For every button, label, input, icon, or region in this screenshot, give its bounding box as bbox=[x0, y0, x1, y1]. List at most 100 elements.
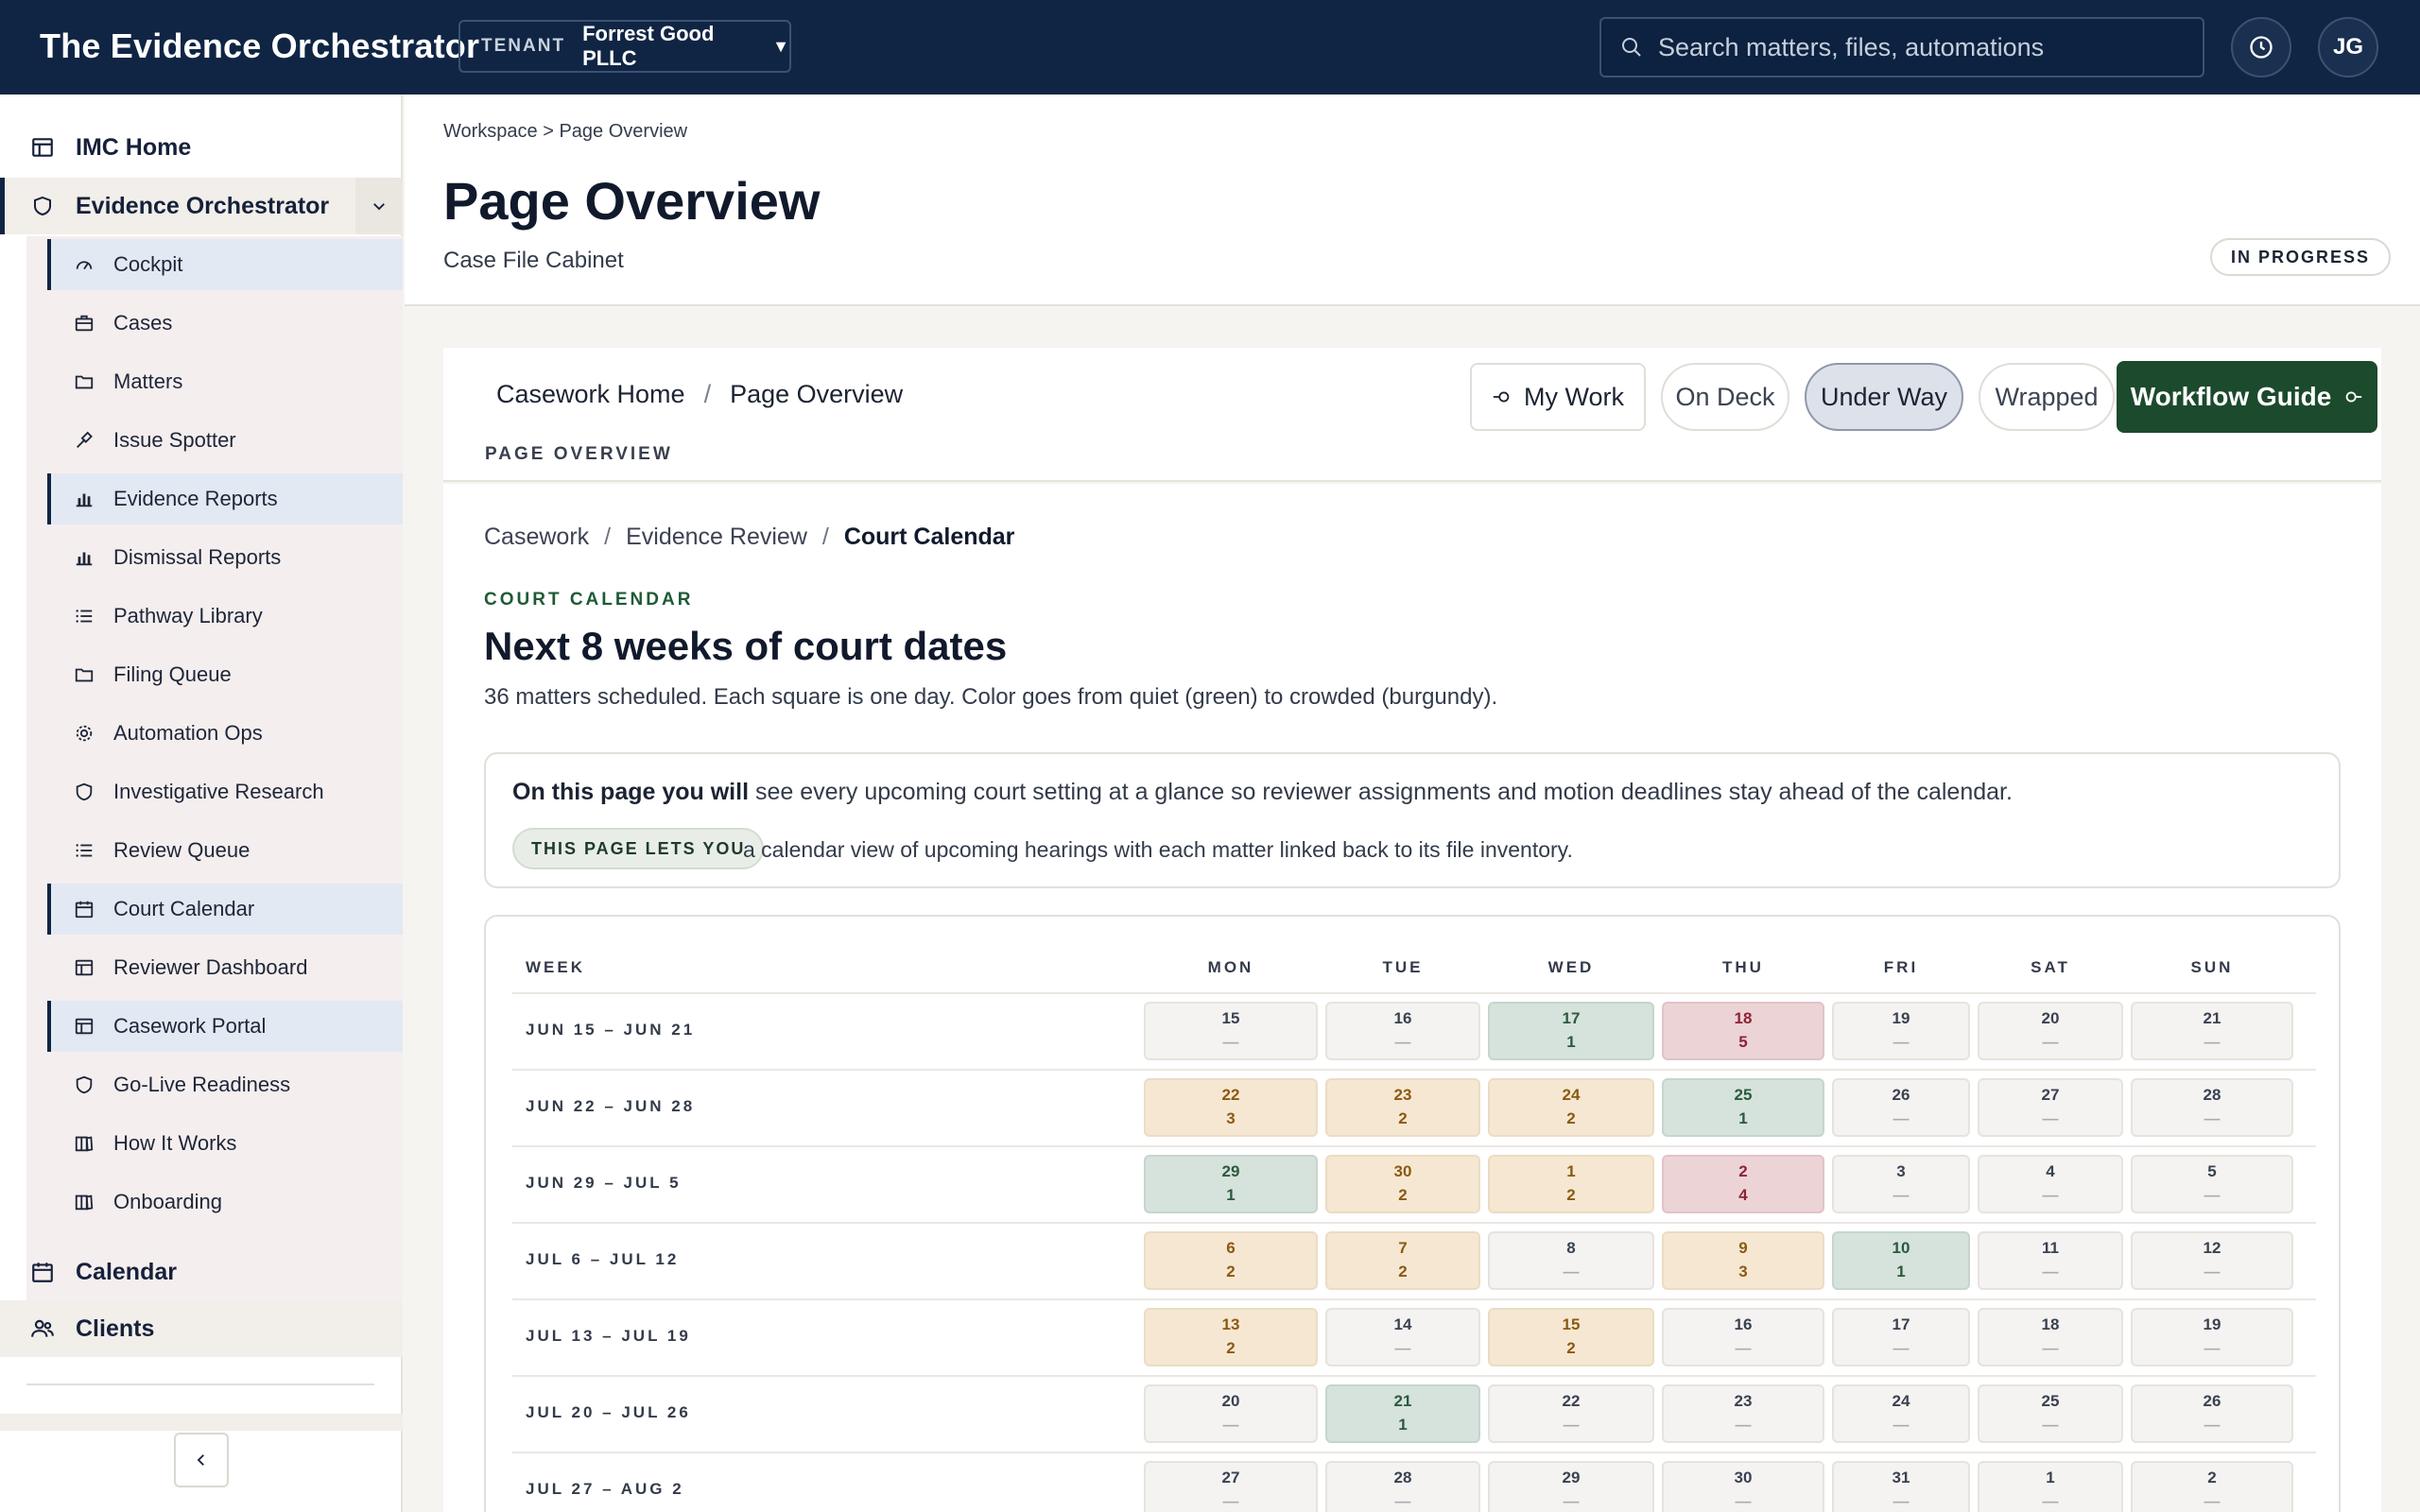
search-input[interactable] bbox=[1658, 32, 2187, 62]
empty-mark: — bbox=[1222, 1492, 1239, 1510]
day-header-thu: THU bbox=[1722, 958, 1764, 976]
day-cell[interactable]: 13 2 bbox=[1144, 1308, 1318, 1366]
day-cell[interactable]: 10 1 bbox=[1832, 1231, 1970, 1290]
sidebar-item-issue-spotter[interactable]: Issue Spotter bbox=[47, 415, 403, 466]
day-cell[interactable]: 62 bbox=[1144, 1231, 1318, 1290]
day-cell: 19 — bbox=[1832, 1002, 1970, 1060]
week-label: JUL 6 – JUL 12 bbox=[526, 1250, 680, 1268]
day-cell[interactable]: 21 1 bbox=[1325, 1384, 1480, 1443]
day-cell: 2— bbox=[2131, 1461, 2293, 1512]
nav-clients[interactable]: Clients bbox=[0, 1300, 403, 1357]
day-cell[interactable]: 12 bbox=[1488, 1155, 1654, 1213]
chevron-down-icon[interactable] bbox=[355, 178, 403, 234]
day-number: 2 bbox=[2207, 1469, 2217, 1486]
sidebar-item-court-calendar[interactable]: Court Calendar bbox=[47, 884, 403, 935]
sidebar-item-filing-queue[interactable]: Filing Queue bbox=[47, 649, 403, 700]
day-cell[interactable]: 24 bbox=[1662, 1155, 1824, 1213]
day-number: 28 bbox=[2203, 1086, 2221, 1104]
section-eyebrow: COURT CALENDAR bbox=[484, 590, 694, 610]
matter-count: 1 bbox=[1398, 1416, 1408, 1434]
day-cell[interactable]: 25 1 bbox=[1662, 1078, 1824, 1137]
filter-wrapped[interactable]: Wrapped bbox=[1979, 363, 2115, 431]
status-badge: IN PROGRESS bbox=[2210, 238, 2392, 276]
matter-count: 4 bbox=[1738, 1186, 1748, 1204]
day-number: 30 bbox=[1393, 1162, 1412, 1180]
day-cell[interactable]: 22 3 bbox=[1144, 1078, 1318, 1137]
nav-imc-home[interactable]: IMC Home bbox=[0, 119, 403, 176]
sidebar-item-label: Go-Live Readiness bbox=[113, 1073, 291, 1096]
day-cell: 21 — bbox=[2131, 1002, 2293, 1060]
users-icon bbox=[28, 1316, 57, 1341]
filter-on-deck[interactable]: On Deck bbox=[1661, 363, 1789, 431]
day-cell[interactable]: 23 2 bbox=[1325, 1078, 1480, 1137]
sidebar-item-cases[interactable]: Cases bbox=[47, 298, 403, 349]
day-cell[interactable]: 24 2 bbox=[1488, 1078, 1654, 1137]
app-brand[interactable]: The Evidence Orchestrator bbox=[40, 26, 479, 66]
day-number: 16 bbox=[1734, 1315, 1753, 1333]
day-cell: 14 — bbox=[1325, 1308, 1480, 1366]
sidebar-item-automation-ops[interactable]: Automation Ops bbox=[47, 708, 403, 759]
collapse-sidebar-button[interactable] bbox=[174, 1433, 229, 1487]
history-button[interactable] bbox=[2231, 17, 2291, 77]
crumb-evidence-review[interactable]: Evidence Review bbox=[626, 524, 807, 550]
book-icon bbox=[72, 1192, 96, 1212]
avatar[interactable]: JG bbox=[2318, 17, 2378, 77]
day-cell[interactable]: 15 2 bbox=[1488, 1308, 1654, 1366]
week-label: JUL 13 – JUL 19 bbox=[526, 1327, 691, 1345]
nav-evidence-orchestrator[interactable]: Evidence Orchestrator bbox=[0, 178, 403, 234]
day-cell: 17 — bbox=[1832, 1308, 1970, 1366]
nav-item-partial[interactable] bbox=[0, 1414, 403, 1431]
sidebar-item-reviewer-dashboard[interactable]: Reviewer Dashboard bbox=[47, 942, 403, 993]
nav-calendar[interactable]: Calendar bbox=[0, 1244, 403, 1300]
filter-my-work[interactable]: My Work bbox=[1470, 363, 1646, 431]
empty-mark: — bbox=[1893, 1109, 1910, 1127]
empty-mark: — bbox=[2204, 1339, 2221, 1357]
day-cell[interactable]: 29 1 bbox=[1144, 1155, 1318, 1213]
day-cell[interactable]: 17 1 bbox=[1488, 1002, 1654, 1060]
matter-count: 2 bbox=[1566, 1186, 1576, 1204]
empty-mark: — bbox=[1563, 1492, 1580, 1510]
sidebar-item-casework-portal[interactable]: Casework Portal bbox=[47, 1001, 403, 1052]
day-cell: 11 — bbox=[1978, 1231, 2123, 1290]
sidebar-item-cockpit[interactable]: Cockpit bbox=[47, 239, 403, 290]
day-cell: 20 — bbox=[1978, 1002, 2123, 1060]
day-number: 16 bbox=[1393, 1009, 1412, 1027]
sidebar-item-onboarding[interactable]: Onboarding bbox=[47, 1177, 403, 1228]
tenant-selector[interactable]: TENANT Forrest Good PLLC ▼ bbox=[458, 20, 791, 73]
day-cell[interactable]: 30 2 bbox=[1325, 1155, 1480, 1213]
day-cell: 22 — bbox=[1488, 1384, 1654, 1443]
global-search[interactable] bbox=[1599, 17, 2204, 77]
day-header-fri: FRI bbox=[1883, 958, 1919, 976]
day-cell: 4— bbox=[1978, 1155, 2123, 1213]
sidebar-item-review-queue[interactable]: Review Queue bbox=[47, 825, 403, 876]
active-indicator bbox=[47, 1001, 51, 1052]
filter-under-way[interactable]: Under Way bbox=[1805, 363, 1963, 431]
sidebar-item-how-it-works[interactable]: How It Works bbox=[47, 1118, 403, 1169]
empty-mark: — bbox=[2204, 1263, 2221, 1280]
sidebar-item-label: Dismissal Reports bbox=[113, 545, 282, 569]
empty-mark: — bbox=[2042, 1109, 2059, 1127]
crumb-casework[interactable]: Casework bbox=[484, 524, 589, 550]
day-cell: 30 — bbox=[1662, 1461, 1824, 1512]
day-header-sat: SAT bbox=[2031, 958, 2070, 976]
sidebar-item-matters[interactable]: Matters bbox=[47, 356, 403, 407]
day-cell[interactable]: 93 bbox=[1662, 1231, 1824, 1290]
sidebar-item-pathway-library[interactable]: Pathway Library bbox=[47, 591, 403, 642]
arrow-circle-icon bbox=[2342, 387, 2363, 407]
workflow-guide-button[interactable]: Workflow Guide bbox=[2117, 361, 2377, 433]
sidebar-item-investigative-research[interactable]: Investigative Research bbox=[47, 766, 403, 817]
sidebar-item-evidence-reports[interactable]: Evidence Reports bbox=[47, 473, 403, 524]
breadcrumb[interactable]: Workspace > Page Overview bbox=[443, 121, 687, 143]
day-number: 15 bbox=[1221, 1009, 1240, 1027]
week-label: JUN 15 – JUN 21 bbox=[526, 1021, 696, 1039]
day-cell[interactable]: 72 bbox=[1325, 1231, 1480, 1290]
day-cell[interactable]: 18 5 bbox=[1662, 1002, 1824, 1060]
sidebar-item-go-live-readiness[interactable]: Go-Live Readiness bbox=[47, 1059, 403, 1110]
day-number: 17 bbox=[1892, 1315, 1910, 1333]
sidebar-item-dismissal-reports[interactable]: Dismissal Reports bbox=[47, 532, 403, 583]
day-number: 11 bbox=[2042, 1239, 2059, 1257]
toolbar-breadcrumb: Casework Home / Page Overview bbox=[496, 380, 903, 409]
empty-mark: — bbox=[2042, 1186, 2059, 1204]
day-cell: 16 — bbox=[1325, 1002, 1480, 1060]
crumb-casework-home[interactable]: Casework Home bbox=[496, 380, 685, 408]
